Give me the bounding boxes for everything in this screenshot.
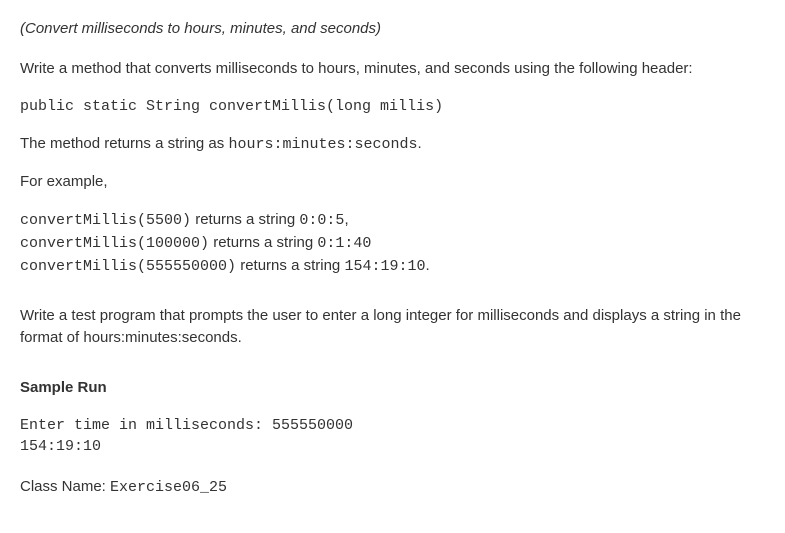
for-example-label: For example, xyxy=(20,171,765,193)
sample-run-output: Enter time in milliseconds: 555550000 15… xyxy=(20,415,765,459)
example-mid: returns a string xyxy=(209,234,317,251)
example-result: 0:1:40 xyxy=(317,235,371,252)
example-mid: returns a string xyxy=(236,257,344,274)
method-signature: public static String convertMillis(long … xyxy=(20,96,765,117)
example-call: convertMillis(100000) xyxy=(20,235,209,252)
example-line: convertMillis(5500) returns a string 0:0… xyxy=(20,209,765,232)
example-tail: . xyxy=(425,257,429,274)
intro-text: Write a method that converts millisecond… xyxy=(20,58,765,80)
class-name-label: Class Name: xyxy=(20,478,110,495)
example-mid: returns a string xyxy=(191,211,299,228)
sample-run-heading: Sample Run xyxy=(20,377,765,399)
returns-description: The method returns a string as hours:min… xyxy=(20,133,765,156)
class-name-line: Class Name: Exercise06_25 xyxy=(20,476,765,499)
example-line: convertMillis(100000) returns a string 0… xyxy=(20,232,765,255)
example-call: convertMillis(5500) xyxy=(20,212,191,229)
example-result: 154:19:10 xyxy=(344,258,425,275)
returns-post: . xyxy=(417,135,421,152)
examples-block: convertMillis(5500) returns a string 0:0… xyxy=(20,209,765,277)
test-program-description: Write a test program that prompts the us… xyxy=(20,305,765,349)
returns-format-code: hours:minutes:seconds xyxy=(228,136,417,153)
class-name-value: Exercise06_25 xyxy=(110,479,227,496)
example-line: convertMillis(555550000) returns a strin… xyxy=(20,255,765,278)
example-tail: , xyxy=(344,211,348,228)
example-call: convertMillis(555550000) xyxy=(20,258,236,275)
exercise-title: (Convert milliseconds to hours, minutes,… xyxy=(20,18,765,40)
returns-pre: The method returns a string as xyxy=(20,135,228,152)
example-result: 0:0:5 xyxy=(299,212,344,229)
